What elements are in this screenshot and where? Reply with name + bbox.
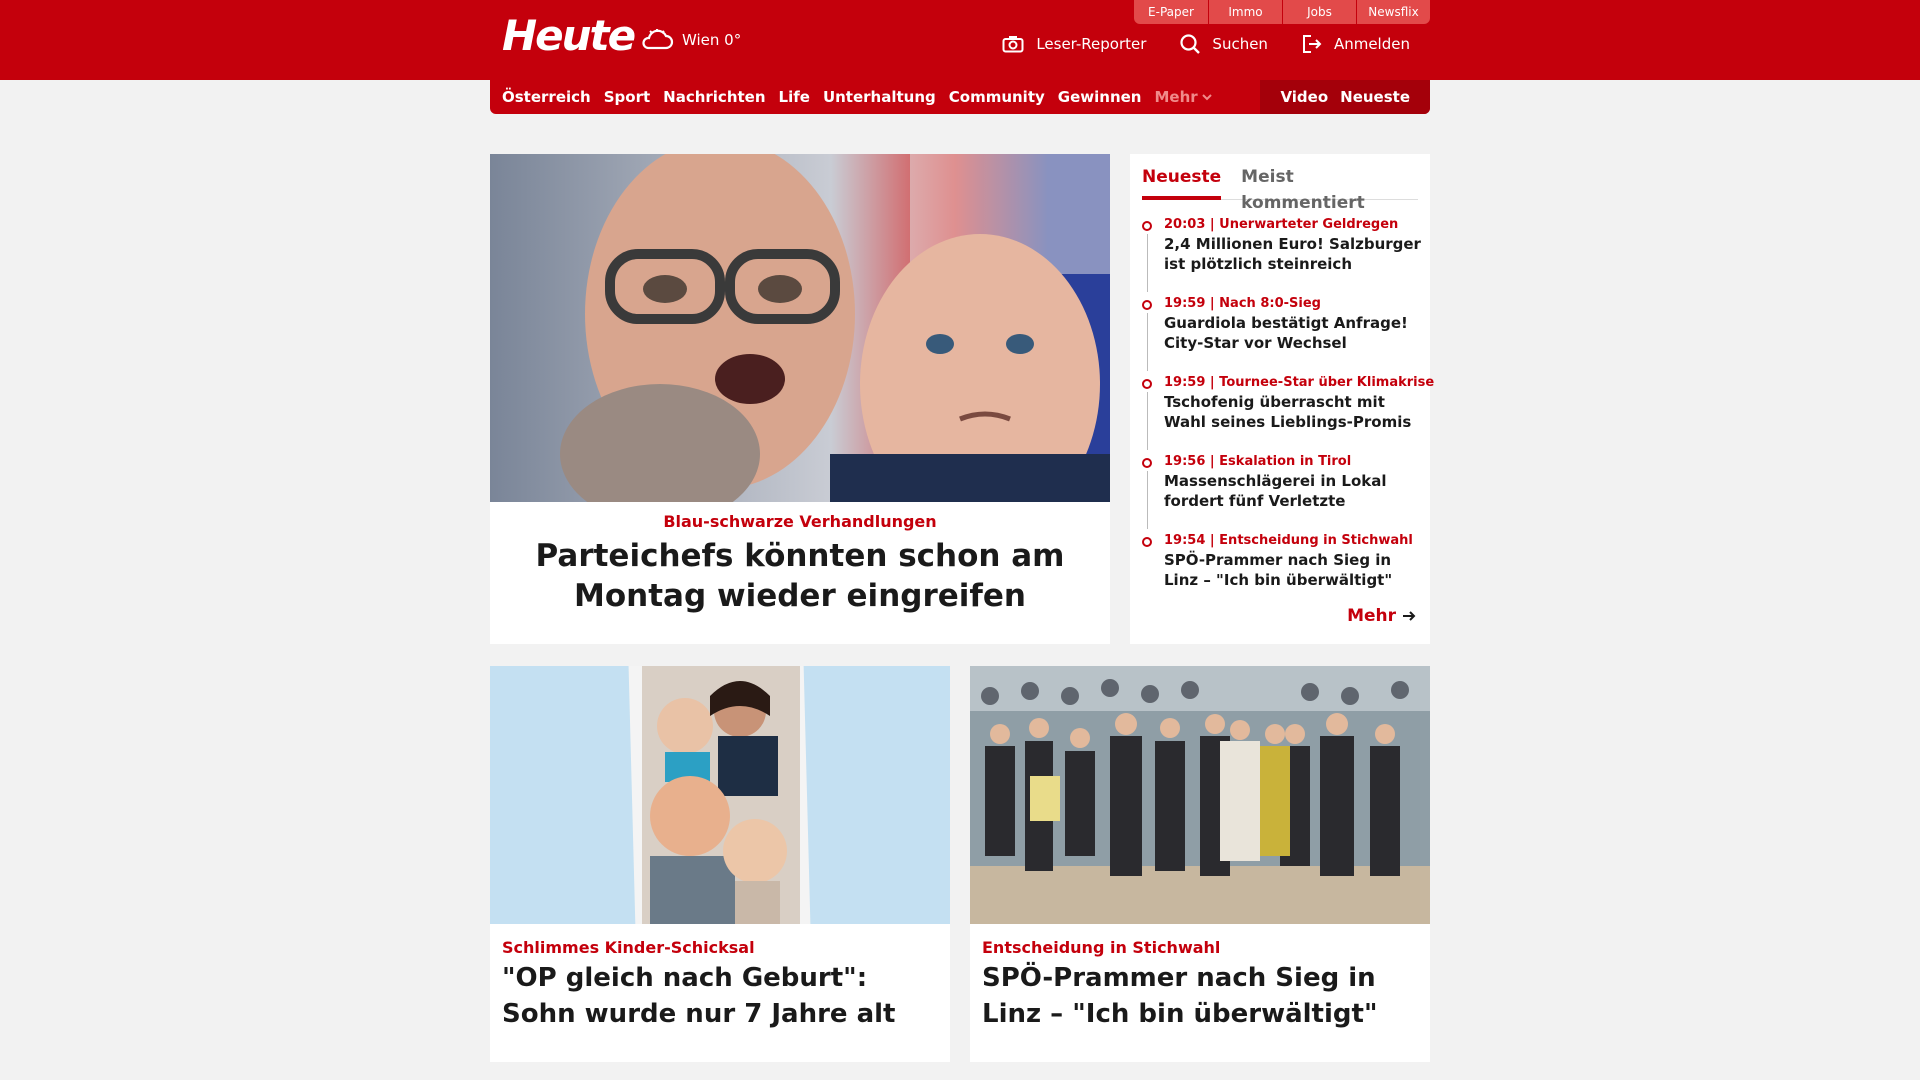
item-title: SPÖ-Prammer nach Sieg in Linz – "Ich bin… [1164, 551, 1393, 589]
quicklink-jobs[interactable]: Jobs [1282, 0, 1356, 24]
quicklink-newsflix[interactable]: Newsflix [1356, 0, 1430, 24]
tab-neueste[interactable]: Neueste [1142, 164, 1222, 200]
list-item[interactable]: 19:59 | Tournee-Star über Klimakrise Tsc… [1142, 374, 1435, 453]
search-label: Suchen [1212, 35, 1268, 53]
timeline-line [1147, 313, 1148, 371]
hero-kicker: Blau-schwarze Verhandlungen [663, 512, 937, 531]
item-meta: 19:59 | Tournee-Star über Klimakrise [1164, 375, 1435, 390]
item-title: 2,4 Millionen Euro! Salzburger ist plötz… [1164, 235, 1421, 273]
login-label: Anmelden [1333, 35, 1410, 53]
nav-item-unterhaltung[interactable]: Unterhaltung [823, 88, 936, 106]
nav-item-gewinnen[interactable]: Gewinnen [1058, 88, 1142, 106]
nav-item-oesterreich[interactable]: Österreich [502, 88, 591, 106]
crowd-photo [970, 666, 1430, 924]
card-image[interactable] [490, 666, 950, 924]
header-inner: Heute Wien 0° E-Paper Immo Jobs Newsflix… [490, 0, 1430, 80]
cloud-sun-icon [642, 29, 674, 50]
login-icon [1302, 35, 1322, 53]
article-card[interactable]: Schlimmes Kinder-Schicksal "OP gleich na… [490, 666, 950, 1062]
list-item[interactable]: 19:54 | Entscheidung in Stichwahl SPÖ-Pr… [1142, 532, 1424, 611]
hero-photo [490, 154, 1110, 502]
timeline-line [1147, 234, 1148, 292]
item-meta: 20:03 | Unerwarteter Geldregen [1164, 217, 1399, 232]
article-card[interactable]: Entscheidung in Stichwahl SPÖ-Prammer na… [970, 666, 1430, 1062]
header-tools: Leser-Reporter Suchen Anmelden [1002, 34, 1410, 54]
chevron-down-icon [1201, 94, 1212, 101]
timeline-dot-icon [1142, 458, 1152, 468]
card-kicker: Entscheidung in Stichwahl [982, 938, 1221, 957]
item-title: Guardiola bestätigt Anfrage! City-Star v… [1164, 314, 1408, 352]
quicklink-epaper[interactable]: E-Paper [1134, 0, 1208, 24]
sidebar-tabs: Neueste Meist kommentiert [1142, 164, 1418, 213]
main-nav: Österreich Sport Nachrichten Life Unterh… [490, 80, 1430, 114]
nav-item-nachrichten[interactable]: Nachrichten [663, 88, 765, 106]
search-icon [1180, 34, 1201, 54]
more-news-link[interactable]: Mehr [1347, 606, 1416, 626]
item-meta: 19:56 | Eskalation in Tirol [1164, 454, 1352, 469]
list-item[interactable]: 19:59 | Nach 8:0-Sieg Guardiola bestätig… [1142, 295, 1424, 374]
nav-special: Video Neueste [1260, 80, 1430, 114]
login-button[interactable]: Anmelden [1302, 34, 1410, 54]
reporter-label: Leser-Reporter [1036, 35, 1147, 53]
family-photo [490, 666, 950, 924]
hero-headline[interactable]: Parteichefs könnten schon am Montag wied… [490, 536, 1110, 616]
item-title: Massenschlägerei in Lokal fordert fünf V… [1164, 472, 1387, 510]
more-label: Mehr [1347, 606, 1396, 626]
nav-more-label: Mehr [1154, 88, 1198, 106]
timeline-line [1147, 392, 1148, 450]
news-sidebar: Neueste Meist kommentiert 20:03 | Unerwa… [1130, 154, 1435, 644]
list-item[interactable]: 20:03 | Unerwarteter Geldregen 2,4 Milli… [1142, 216, 1424, 295]
hero-article[interactable]: Blau-schwarze Verhandlungen Parteichefs … [490, 154, 1110, 644]
search-button[interactable]: Suchen [1180, 34, 1268, 54]
quicklink-immo[interactable]: Immo [1208, 0, 1282, 24]
nav-item-sport[interactable]: Sport [604, 88, 650, 106]
card-kicker: Schlimmes Kinder-Schicksal [502, 938, 755, 957]
nav-more-dropdown[interactable]: Mehr [1154, 88, 1212, 106]
card-image[interactable] [970, 666, 1430, 924]
nav-item-video[interactable]: Video [1280, 88, 1328, 106]
arrow-right-icon [1403, 611, 1416, 621]
item-meta: 19:54 | Entscheidung in Stichwahl [1164, 533, 1413, 548]
site-header: Heute Wien 0° E-Paper Immo Jobs Newsflix… [0, 0, 1920, 80]
nav-item-neueste[interactable]: Neueste [1340, 88, 1410, 106]
item-meta: 19:59 | Nach 8:0-Sieg [1164, 296, 1321, 311]
site-logo[interactable]: Heute [502, 12, 636, 60]
timeline-dot-icon [1142, 537, 1152, 547]
nav-categories: Österreich Sport Nachrichten Life Unterh… [502, 80, 1212, 114]
card-headline[interactable]: "OP gleich nach Geburt": Sohn wurde nur … [502, 960, 942, 1032]
nav-item-community[interactable]: Community [949, 88, 1045, 106]
news-timeline: 20:03 | Unerwarteter Geldregen 2,4 Milli… [1142, 216, 1435, 611]
timeline-dot-icon [1142, 379, 1152, 389]
weather-text: Wien 0° [682, 31, 742, 49]
hero-image[interactable] [490, 154, 1110, 502]
quicklinks: E-Paper Immo Jobs Newsflix [1134, 0, 1430, 24]
camera-icon [1002, 36, 1024, 53]
card-headline[interactable]: SPÖ-Prammer nach Sieg in Linz – "Ich bin… [982, 960, 1422, 1032]
list-item[interactable]: 19:56 | Eskalation in Tirol Massenschläg… [1142, 453, 1424, 532]
reporter-button[interactable]: Leser-Reporter [1002, 34, 1146, 54]
item-title: Tschofenig überrascht mit Wahl seines Li… [1164, 393, 1412, 431]
timeline-dot-icon [1142, 300, 1152, 310]
timeline-dot-icon [1142, 221, 1152, 231]
weather-widget[interactable]: Wien 0° [640, 26, 741, 54]
tab-meist-kommentiert[interactable]: Meist kommentiert [1241, 164, 1418, 213]
nav-item-life[interactable]: Life [779, 88, 810, 106]
timeline-line [1147, 471, 1148, 529]
